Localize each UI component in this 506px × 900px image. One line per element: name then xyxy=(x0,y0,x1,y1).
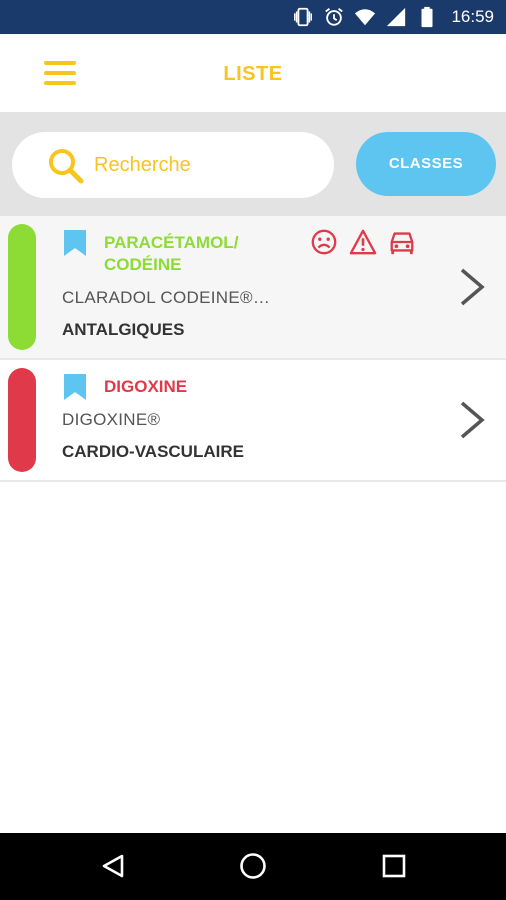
list-item[interactable]: DIGOXINE DIGOXINE® CARDIO-VASCULAIRE xyxy=(0,360,506,482)
search-input[interactable] xyxy=(94,149,314,181)
back-icon[interactable] xyxy=(100,853,126,879)
bookmark-icon[interactable] xyxy=(64,374,86,400)
page-title: LISTE xyxy=(223,63,283,85)
drug-name-line-1: PARACÉTAMOL/ xyxy=(104,233,239,252)
search-box[interactable] xyxy=(12,132,334,198)
warning-triangle-icon xyxy=(349,229,377,255)
battery-icon xyxy=(421,6,433,28)
status-bar: 16:59 xyxy=(0,0,506,34)
drug-category: CARDIO-VASCULAIRE xyxy=(62,442,244,461)
recents-icon[interactable] xyxy=(381,853,407,879)
chevron-right-icon[interactable] xyxy=(458,400,486,440)
car-icon xyxy=(390,232,414,255)
drug-category: ANTALGIQUES xyxy=(62,320,185,339)
list-item[interactable]: PARACÉTAMOL/ CODÉINE CLARADOL CODEINE®… … xyxy=(0,216,506,360)
app-bar: LISTE xyxy=(0,34,506,112)
drug-name: DIGOXINE xyxy=(104,377,188,396)
vibrate-icon xyxy=(294,7,313,27)
signal-icon xyxy=(387,7,406,27)
search-band: CLASSES xyxy=(0,112,506,216)
bookmark-icon[interactable] xyxy=(64,230,86,256)
brand-name: DIGOXINE® xyxy=(62,410,161,429)
search-icon xyxy=(49,149,84,184)
drug-list: PARACÉTAMOL/ CODÉINE CLARADOL CODEINE®… … xyxy=(0,216,506,482)
sad-face-icon xyxy=(311,229,337,255)
alarm-icon xyxy=(325,8,344,26)
drug-name-line-2: CODÉINE xyxy=(104,255,182,274)
drug-name: PARACÉTAMOL/ CODÉINE xyxy=(104,232,238,276)
chevron-right-icon[interactable] xyxy=(458,267,486,307)
status-icons: 16:59 xyxy=(292,0,494,34)
classes-button[interactable]: CLASSES xyxy=(356,132,496,196)
wifi-icon xyxy=(355,9,376,26)
brand-name: CLARADOL CODEINE®… xyxy=(62,288,271,307)
status-color-bar xyxy=(8,368,36,472)
status-color-bar xyxy=(8,224,36,350)
home-icon[interactable] xyxy=(239,852,267,880)
navigation-bar xyxy=(0,833,506,900)
status-time: 16:59 xyxy=(451,7,494,26)
